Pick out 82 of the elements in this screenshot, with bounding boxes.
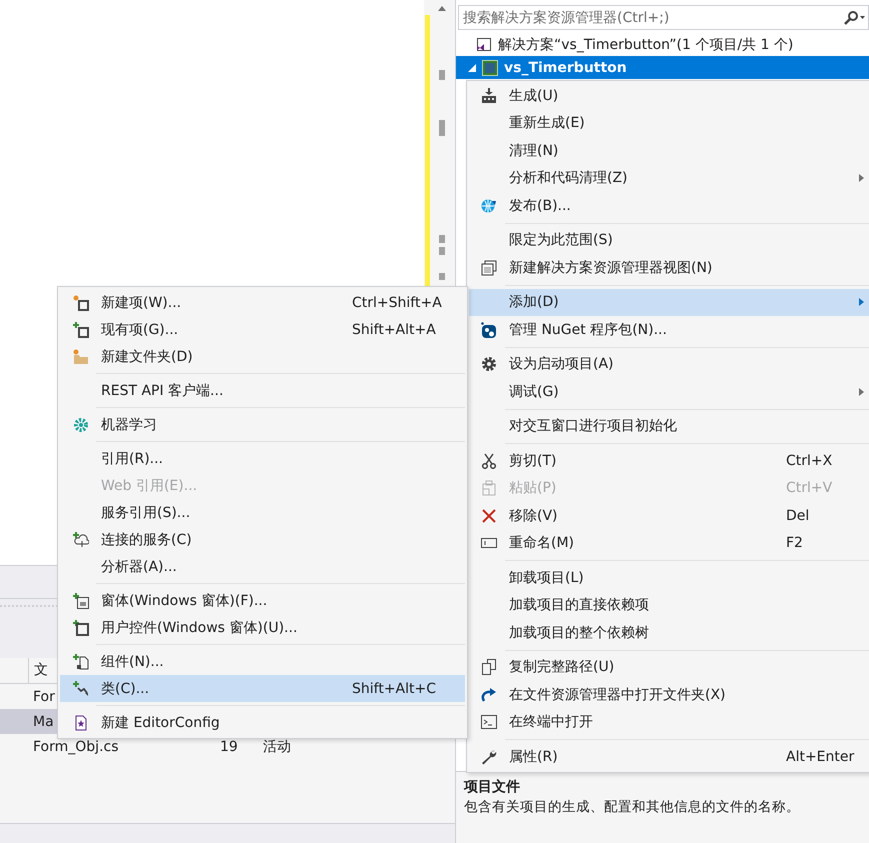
menu-item[interactable]: 卸载项目(L): [469, 564, 869, 592]
menu-item[interactable]: 新建解决方案资源管理器视图(N): [469, 254, 869, 282]
search-field[interactable]: 搜索解决方案资源管理器(Ctrl+;): [458, 5, 869, 30]
menu-item[interactable]: 调试(G): [469, 378, 869, 406]
menu-item[interactable]: REST API 客户端...: [60, 377, 465, 404]
menu-item[interactable]: 设为启动项目(A): [469, 350, 869, 378]
table-cell: Form_Obj.cs: [33, 738, 119, 754]
component-plus-icon: [72, 654, 88, 670]
menu-item[interactable]: 加载项目的整个依赖树: [469, 619, 869, 646]
terminal-icon: [481, 714, 497, 730]
menu-item[interactable]: 引用(R)...: [60, 445, 465, 472]
menu-item[interactable]: 类(C)... Shift+Alt+C: [60, 675, 465, 702]
description-title: 项目文件: [464, 778, 521, 796]
menu-item[interactable]: 移除(V) Del: [469, 502, 869, 530]
row-highlight[interactable]: [0, 709, 57, 734]
menu-item[interactable]: 添加(D): [469, 288, 869, 316]
table-cell: 19: [220, 738, 238, 754]
package-icon: [481, 322, 497, 338]
menu-item[interactable]: 加载项目的直接依赖项: [469, 592, 869, 619]
new-item-icon: [72, 294, 88, 310]
cloud-plus-icon: [72, 532, 88, 548]
menu-item[interactable]: 在文件资源管理器中打开文件夹(X): [469, 681, 869, 708]
table-cell: For: [33, 688, 55, 704]
control-plus-icon: [72, 620, 88, 636]
menu-item[interactable]: 管理 NuGet 程序包(N)...: [469, 316, 869, 344]
menu-item[interactable]: 发布(B)...: [469, 192, 869, 220]
new-folder-icon: [72, 348, 88, 364]
wrench-icon: [481, 748, 497, 765]
menu-item[interactable]: 新建 EditorConfig: [60, 709, 465, 736]
menu-item[interactable]: 剪切(T) Ctrl+X: [469, 447, 869, 474]
shortcut-label: Shift+Alt+A: [352, 322, 437, 338]
menu-item[interactable]: 属性(R) Alt+Enter: [469, 743, 869, 770]
menu-item[interactable]: 重新生成(E): [469, 110, 869, 137]
gear-icon: [481, 356, 497, 372]
search-icon: [843, 10, 865, 26]
menu-item[interactable]: 机器学习: [60, 411, 465, 438]
shortcut-label: Alt+Enter: [786, 748, 856, 765]
menu-item[interactable]: 在终端中打开: [469, 708, 869, 736]
menu-item[interactable]: 窗体(Windows 窗体)(F)...: [60, 587, 465, 614]
column-header[interactable]: 文: [28, 658, 48, 683]
menu-item[interactable]: 分析器(A)...: [60, 553, 465, 580]
scrollbar[interactable]: [424, 0, 455, 286]
build-icon: [481, 88, 497, 104]
scissors-icon: [481, 452, 497, 469]
redo-arrow-icon: [481, 686, 497, 703]
windows-icon: [481, 260, 497, 276]
shortcut-label: Ctrl+X: [786, 452, 834, 469]
menu-item[interactable]: 分析和代码清理(Z): [469, 164, 869, 192]
form-plus-icon: [72, 592, 88, 608]
menu-item[interactable]: 生成(U): [469, 82, 869, 110]
menu-item[interactable]: 连接的服务(C): [60, 526, 465, 553]
class-plus-icon: [72, 680, 88, 696]
menu-item[interactable]: 用户控件(Windows 窗体)(U)...: [60, 614, 465, 641]
shortcut-label: Ctrl+V: [786, 480, 834, 496]
menu-item[interactable]: 组件(N)...: [60, 648, 465, 675]
shortcut-label: Ctrl+Shift+A: [352, 294, 443, 310]
solution-icon: [476, 36, 492, 52]
menu-item[interactable]: 服务引用(S)...: [60, 499, 465, 526]
star-page-icon: [72, 714, 88, 730]
globe-icon: [481, 198, 497, 214]
ml-gear-icon: [72, 416, 88, 432]
description-text: 包含有关项目的生成、配置和其他信息的文件的名称。: [464, 798, 801, 816]
x-icon: [481, 508, 497, 524]
menu-item[interactable]: 新建文件夹(D): [60, 343, 465, 370]
copy-icon: [481, 659, 497, 676]
menu-item[interactable]: 限定为此范围(S): [469, 226, 869, 254]
menu-item[interactable]: 对交互窗口进行项目初始化: [469, 412, 869, 440]
table-cell: 活动: [263, 738, 291, 754]
tree-item[interactable]: 解决方案“vs_Timerbutton”(1 个项目/共 1 个): [456, 33, 869, 56]
clipboard-icon: [481, 480, 497, 496]
menu-item[interactable]: 复制完整路径(U): [469, 654, 869, 681]
shortcut-label: Shift+Alt+C: [352, 680, 438, 696]
menu-item[interactable]: 新建项(W)... Ctrl+Shift+A: [60, 289, 465, 316]
shortcut-label: Del: [786, 508, 810, 524]
menu-item[interactable]: 重命名(M) F2: [469, 530, 869, 557]
table-cell: Ma: [33, 714, 54, 730]
tree-item[interactable]: vs_Timerbutton: [456, 56, 869, 79]
shortcut-label: F2: [786, 535, 804, 552]
menu-item[interactable]: 清理(N): [469, 137, 869, 164]
menu-item[interactable]: 现有项(G)... Shift+Alt+A: [60, 316, 465, 343]
project-icon: [482, 60, 498, 76]
add-item-icon: [72, 322, 88, 338]
